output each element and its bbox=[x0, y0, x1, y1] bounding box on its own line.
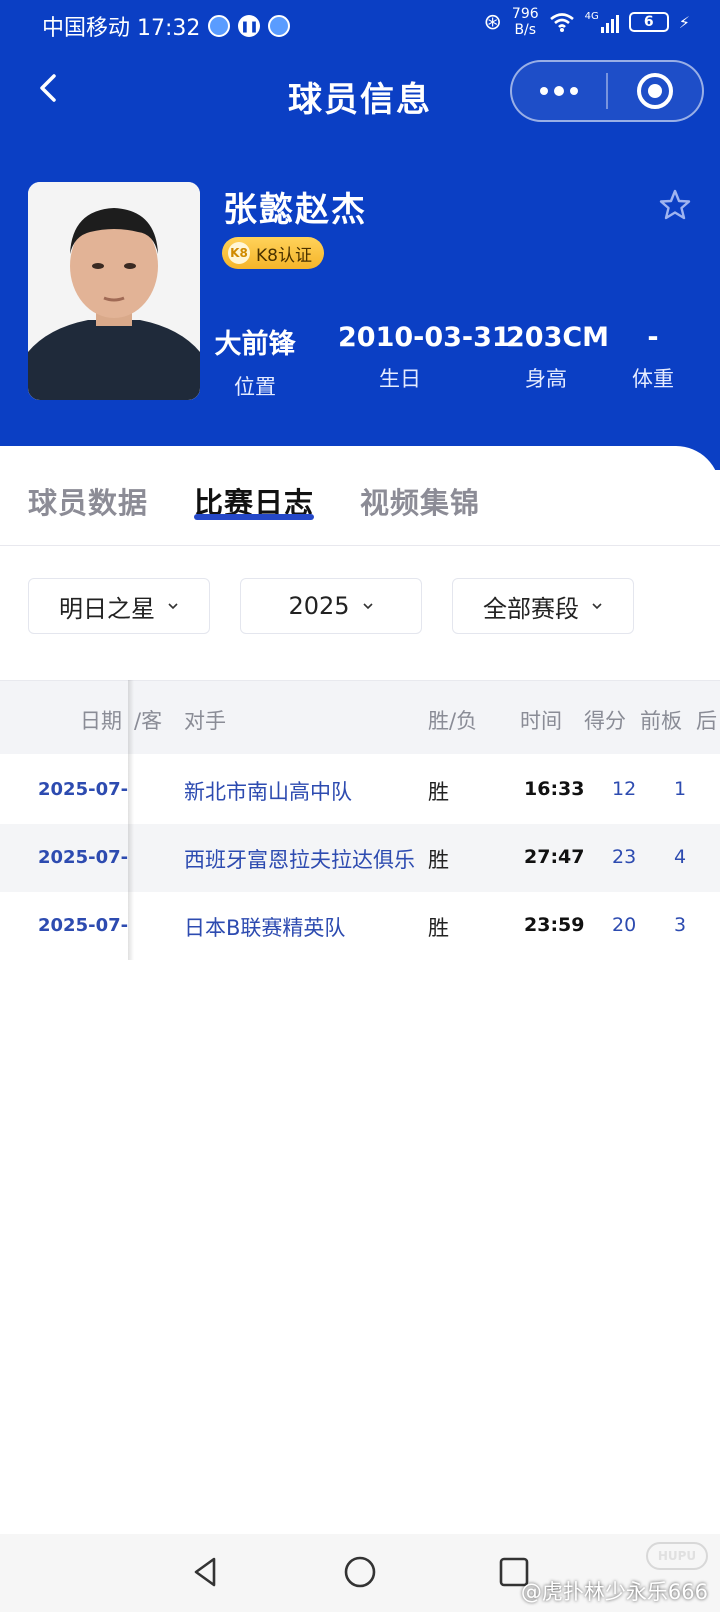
cell-result: 胜 bbox=[428, 780, 449, 804]
more-dot-icon bbox=[554, 86, 564, 96]
charging-icon: ⚡ bbox=[678, 12, 690, 32]
cell-points: 20 bbox=[612, 914, 637, 936]
cell-time: 23:59 bbox=[524, 914, 585, 936]
player-stats: 大前锋 位置 2010-03-31 生日 203CM 身高 - 体重 bbox=[210, 322, 720, 402]
cell-opponent[interactable]: 日本B联赛精英队 bbox=[184, 912, 424, 942]
nfc-icon: ⊛ bbox=[483, 9, 502, 35]
header-dreb: 后 bbox=[696, 709, 717, 733]
star-icon bbox=[659, 189, 691, 220]
chevron-down-icon bbox=[168, 603, 178, 610]
league-filter-label: 明日之星 bbox=[59, 594, 155, 623]
cell-oreb: 3 bbox=[674, 914, 687, 936]
cell-date: 2025-07-14 bbox=[38, 915, 130, 936]
header-result: 胜/负 bbox=[428, 709, 478, 733]
header-date: 日期 bbox=[80, 709, 122, 733]
stage-filter-label: 全部赛段 bbox=[483, 594, 579, 623]
wifi-icon bbox=[549, 13, 574, 32]
stat-weight: - 体重 bbox=[632, 322, 674, 391]
cell-result: 胜 bbox=[428, 916, 449, 940]
more-dot-icon bbox=[570, 87, 578, 95]
filter-bar: 明日之星 2025 全部赛段 bbox=[0, 578, 720, 634]
close-miniapp-button[interactable] bbox=[608, 62, 702, 120]
stat-birthday: 2010-03-31 生日 bbox=[338, 322, 511, 391]
circle-home-icon bbox=[344, 1556, 376, 1588]
table-row[interactable]: 2025-07-15 西班牙富恩拉夫拉达俱乐 胜 27:47 23 4 bbox=[0, 824, 720, 892]
cell-time: 27:47 bbox=[524, 846, 585, 868]
tab-video-highlights[interactable]: 视频集锦 bbox=[360, 480, 480, 522]
notification-pause-icon: ❚❚ bbox=[238, 15, 261, 37]
cell-oreb: 4 bbox=[674, 846, 687, 868]
cell-opponent[interactable]: 西班牙富恩拉夫拉达俱乐 bbox=[184, 844, 424, 874]
status-right: ⊛ 796 B/s 4G 6 ⚡ bbox=[483, 6, 690, 38]
favorite-button[interactable] bbox=[657, 187, 693, 223]
notification-app-icon bbox=[208, 15, 231, 37]
chevron-down-icon bbox=[592, 603, 602, 610]
more-button[interactable] bbox=[512, 62, 606, 120]
cell-time: 16:33 bbox=[524, 778, 585, 800]
notification-app-icon-2 bbox=[268, 15, 291, 37]
nav-back-button[interactable] bbox=[188, 1554, 224, 1590]
status-bar: 中国移动 17:32 ❚❚ ⊛ 796 B/s 4G 6 ⚡ bbox=[0, 0, 720, 52]
target-icon bbox=[636, 73, 673, 109]
league-filter[interactable]: 明日之星 bbox=[28, 578, 210, 634]
cell-result: 胜 bbox=[428, 848, 449, 872]
player-name: 张懿赵杰 bbox=[223, 190, 367, 230]
triangle-back-icon bbox=[194, 1557, 216, 1587]
carrier-time: 中国移动 17:32 bbox=[42, 16, 201, 41]
miniapp-capsule bbox=[510, 60, 704, 122]
k8-logo-icon: K8 bbox=[228, 242, 250, 264]
table-row[interactable]: 2025-07-14 日本B联赛精英队 胜 23:59 20 3 bbox=[0, 892, 720, 960]
stat-position: 大前锋 位置 bbox=[214, 329, 296, 399]
tab-bar: 球员数据 比赛日志 视频集锦 bbox=[0, 446, 720, 546]
certification-badge: K8 K8认证 bbox=[222, 237, 324, 269]
active-tab-indicator bbox=[194, 514, 314, 520]
frozen-column-shadow bbox=[128, 680, 134, 960]
net-speed: 796 B/s bbox=[511, 6, 539, 38]
chevron-down-icon bbox=[362, 603, 373, 610]
status-left: 中国移动 17:32 ❚❚ bbox=[42, 10, 291, 42]
cell-oreb: 1 bbox=[674, 778, 687, 800]
cell-opponent[interactable]: 新北市南山高中队 bbox=[184, 776, 424, 806]
table-row[interactable]: 2025-07-16 新北市南山高中队 胜 16:33 12 1 bbox=[0, 756, 720, 824]
table-header: 日期 /客 对手 胜/负 时间 得分 前板 后 bbox=[0, 680, 720, 754]
header-home-away: /客 bbox=[134, 709, 163, 733]
watermark-text: @虎扑林少永乐666 bbox=[520, 1580, 708, 1604]
cell-points: 23 bbox=[612, 846, 637, 868]
season-filter-label: 2025 bbox=[288, 592, 350, 620]
badge-label: K8认证 bbox=[256, 245, 312, 266]
cell-points: 12 bbox=[612, 778, 637, 800]
header-points: 得分 bbox=[584, 709, 626, 733]
header-oreb: 前板 bbox=[640, 709, 682, 733]
hupu-logo-watermark: HUPU bbox=[646, 1542, 708, 1570]
season-filter[interactable]: 2025 bbox=[240, 578, 422, 634]
stat-height: 203CM 身高 bbox=[506, 322, 610, 391]
battery-icon: 6 bbox=[628, 12, 669, 32]
nav-bar: 球员信息 bbox=[0, 56, 720, 124]
content-card: 球员数据 比赛日志 视频集锦 明日之星 2025 全部赛段 日期 /客 对手 胜… bbox=[0, 446, 720, 1534]
header-opponent: 对手 bbox=[184, 709, 226, 733]
player-photo bbox=[28, 182, 200, 400]
header-time: 时间 bbox=[520, 709, 562, 733]
signal-icon: 4G bbox=[585, 11, 619, 33]
tab-player-data[interactable]: 球员数据 bbox=[28, 480, 148, 522]
stage-filter[interactable]: 全部赛段 bbox=[452, 578, 634, 634]
nav-home-button[interactable] bbox=[342, 1554, 378, 1590]
player-portrait-icon bbox=[28, 182, 200, 400]
more-dot-icon bbox=[540, 87, 548, 95]
cell-date: 2025-07-15 bbox=[38, 847, 130, 868]
player-header: 中国移动 17:32 ❚❚ ⊛ 796 B/s 4G 6 ⚡ 球员信息 张懿赵杰… bbox=[0, 0, 720, 470]
cell-date: 2025-07-16 bbox=[38, 779, 130, 800]
